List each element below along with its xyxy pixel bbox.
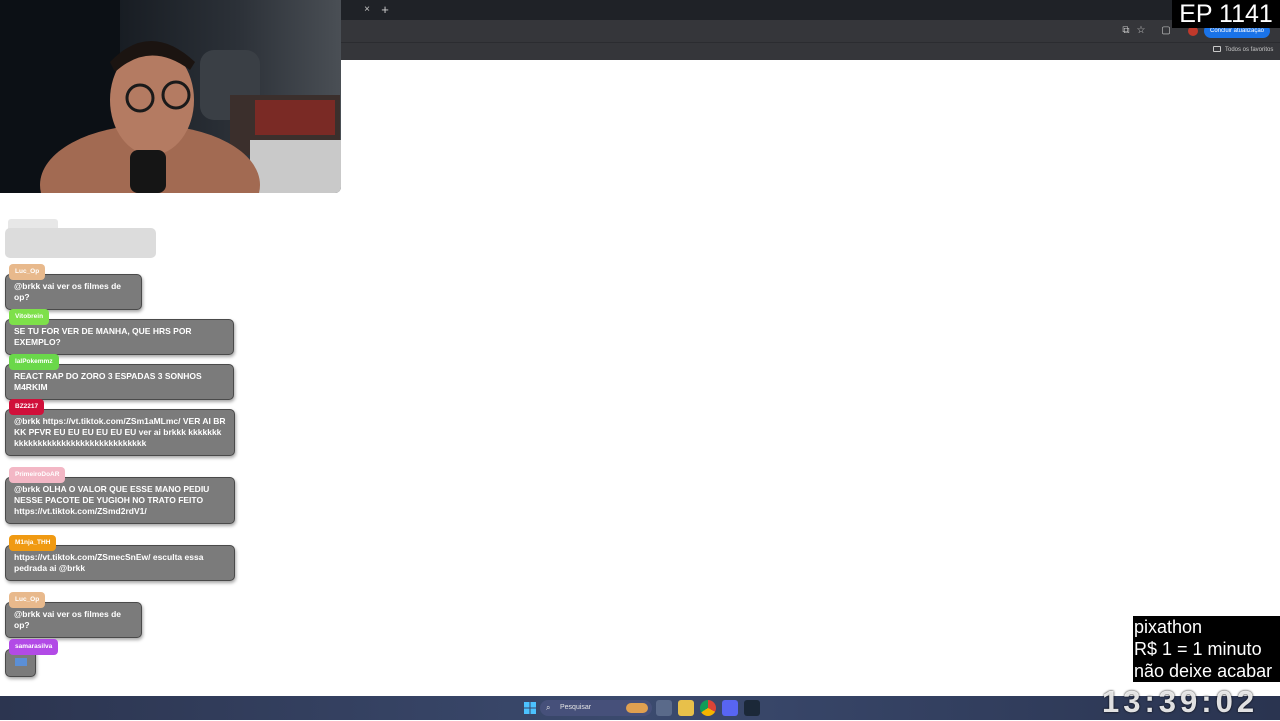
file-explorer-icon[interactable]: [678, 700, 694, 716]
search-placeholder: Pesquisar: [560, 704, 592, 711]
bookmarks-bar: [341, 42, 1280, 60]
chat-message: samarasilva: [5, 639, 59, 677]
tab-close-icon[interactable]: ×: [361, 3, 373, 17]
search-highlight-icon: [626, 703, 648, 713]
emote-icon: [14, 658, 27, 666]
all-bookmarks-link[interactable]: Todos os favoritos: [1225, 45, 1280, 55]
chat-message: Vitobrein SE TU FOR VER DE MANHA, QUE HR…: [5, 309, 234, 355]
pixathon-overlay: pixathon R$ 1 = 1 minuto não deixe acaba…: [1133, 616, 1280, 682]
discord-icon[interactable]: [722, 700, 738, 716]
subathon-timer: 13:39:02: [1102, 684, 1259, 719]
browser-tab-strip: [341, 0, 1280, 20]
episode-label: EP 1141: [1172, 0, 1280, 28]
chat-username: M1nja_THH: [9, 535, 57, 551]
chat-username: lalPokemmz: [9, 354, 59, 370]
pixathon-rate: R$ 1 = 1 minuto: [1134, 639, 1262, 659]
chat-message: Luc_Op @brkk vai ver os filmes de op?: [5, 592, 142, 638]
sidebar-icon[interactable]: ▢: [1160, 25, 1172, 37]
chat-username: samarasilva: [9, 639, 59, 655]
steam-icon[interactable]: [744, 700, 760, 716]
new-tab-button[interactable]: +: [378, 2, 392, 18]
streamer-camera-image: [0, 0, 341, 193]
chat-message: BZ2217 @brkk https://vt.tiktok.com/ZSm1a…: [5, 399, 235, 456]
chat-username: Luc_Op: [9, 592, 46, 608]
pixathon-title: pixathon: [1134, 617, 1203, 637]
chat-username: Luc_Op: [9, 264, 46, 280]
search-icon: ⌕: [546, 703, 551, 712]
pixathon-warning: não deixe acabar: [1134, 661, 1273, 681]
chat-message: M1nja_THH https://vt.tiktok.com/ZSmecSnE…: [5, 535, 235, 581]
chat-message: lalPokemmz REACT RAP DO ZORO 3 ESPADAS 3…: [5, 354, 234, 400]
star-icon[interactable]: ☆: [1135, 25, 1147, 37]
chat-message: Luc_Op @brkk vai ver os filmes de op?: [5, 264, 142, 310]
chrome-icon[interactable]: [700, 700, 716, 716]
taskbar-search-box[interactable]: ⌕ Pesquisar: [540, 700, 652, 716]
chat-text: @brkk OLHA O VALOR QUE ESSE MANO PEDIU N…: [5, 477, 235, 524]
faded-chat-message: [5, 228, 156, 258]
chat-text: @brkk https://vt.tiktok.com/ZSm1aMLmc/ V…: [5, 409, 235, 456]
task-view-icon[interactable]: [656, 700, 672, 716]
webcam-feed: [0, 0, 341, 193]
translate-icon[interactable]: ⧉: [1120, 25, 1132, 37]
chat-username: BZ2217: [9, 399, 45, 415]
chat-message: PrimeiroDoAR @brkk OLHA O VALOR QUE ESSE…: [5, 467, 235, 524]
folder-icon: [1213, 46, 1221, 52]
chat-username: Vitobrein: [9, 309, 50, 325]
windows-start-icon[interactable]: [522, 700, 538, 716]
chat-username: PrimeiroDoAR: [9, 467, 66, 483]
